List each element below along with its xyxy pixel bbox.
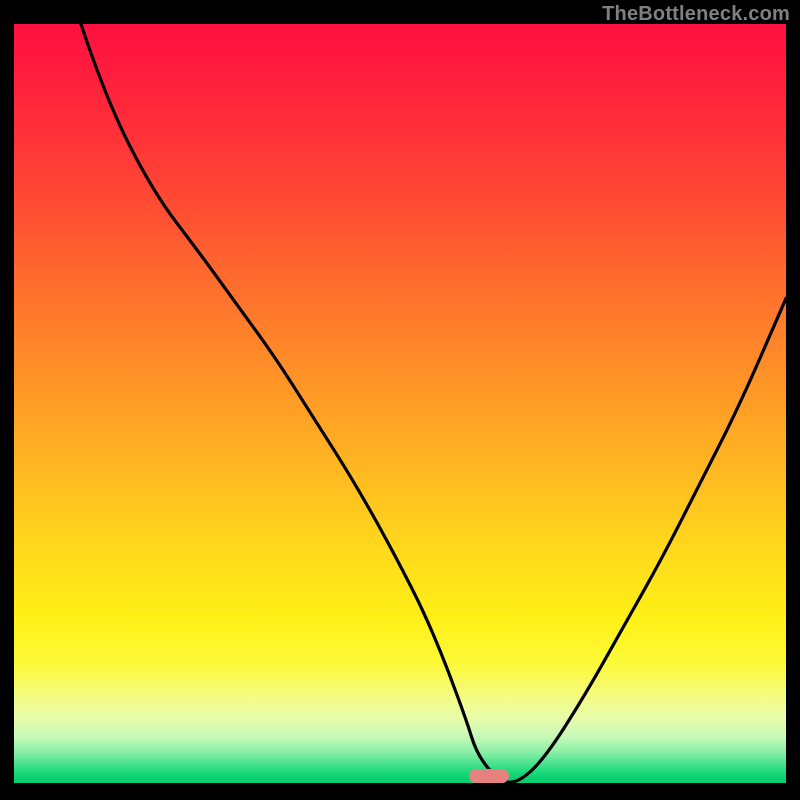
chart-frame: TheBottleneck.com (0, 0, 800, 800)
plot-area (14, 24, 786, 786)
bottleneck-curve (14, 24, 786, 786)
watermark-text: TheBottleneck.com (602, 3, 790, 26)
optimal-marker (469, 769, 509, 783)
x-axis-line (14, 783, 786, 786)
